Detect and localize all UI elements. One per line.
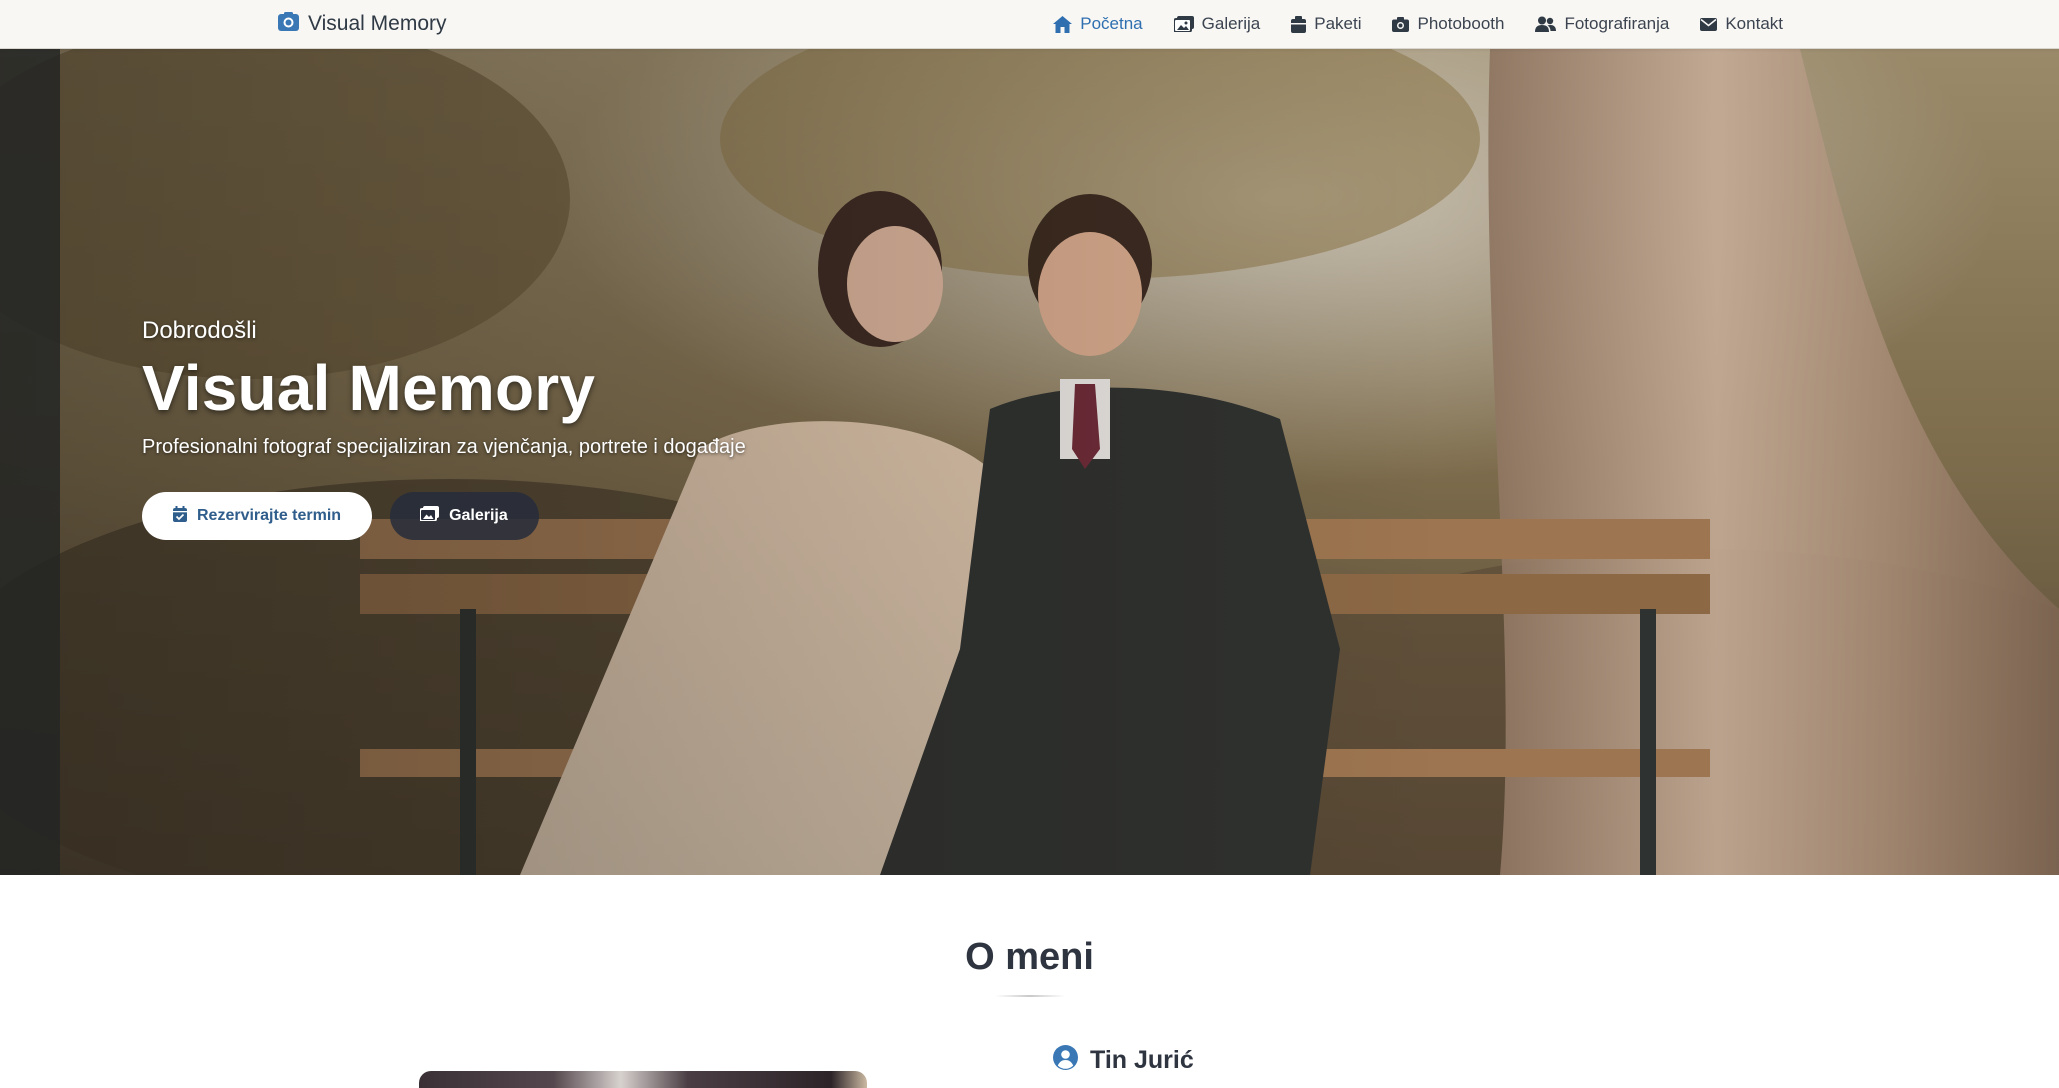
- section-divider: [995, 995, 1065, 997]
- navbar: Visual Memory Početna Galerija Paketi Ph…: [0, 0, 2059, 49]
- hero-section: Dobrodošli Visual Memory Profesionalni f…: [0, 49, 2059, 875]
- envelope-icon: [1700, 17, 1718, 31]
- nav-item-kontakt[interactable]: Kontakt: [1700, 14, 1783, 34]
- nav-item-label: Kontakt: [1725, 14, 1783, 33]
- book-appointment-label: Rezervirajte termin: [197, 507, 342, 525]
- home-icon: [1053, 15, 1073, 33]
- camera-icon: [278, 12, 299, 36]
- hero-content: Dobrodošli Visual Memory Profesionalni f…: [142, 317, 902, 541]
- about-photo: [419, 1071, 867, 1088]
- brand-name: Visual Memory: [308, 12, 447, 35]
- gallery-button[interactable]: Galerija: [390, 492, 539, 541]
- photographer-name: Tin Jurić: [1090, 1045, 1194, 1074]
- nav-item-label: Galerija: [1201, 14, 1261, 33]
- about-section-title: O meni: [965, 936, 1094, 978]
- box-icon: [1291, 15, 1307, 33]
- nav-item-galerija[interactable]: Galerija: [1173, 14, 1261, 34]
- nav-item-paketi[interactable]: Paketi: [1291, 14, 1361, 34]
- nav-item-label: Fotografiranja: [1564, 14, 1670, 33]
- nav-item-label: Paketi: [1314, 14, 1362, 33]
- hero-eyebrow: Dobrodošli: [142, 317, 257, 344]
- calendar-check-icon: [173, 505, 187, 527]
- brand-link[interactable]: Visual Memory: [278, 10, 447, 38]
- nav-item-label: Photobooth: [1417, 14, 1505, 33]
- hero-title: Visual Memory: [142, 352, 596, 424]
- images-icon: [1173, 16, 1194, 32]
- users-icon: [1535, 16, 1557, 32]
- book-appointment-button[interactable]: Rezervirajte termin: [142, 492, 373, 541]
- gallery-button-label: Galerija: [449, 507, 508, 525]
- nav-item-photobooth[interactable]: Photobooth: [1392, 14, 1504, 34]
- main-nav: Početna Galerija Paketi Photobooth Fotog…: [1053, 0, 1783, 48]
- nav-item-pocetna[interactable]: Početna: [1053, 14, 1143, 34]
- user-circle-icon: [1053, 1045, 1078, 1075]
- hero-buttons: Rezervirajte termin Galerija: [142, 492, 902, 541]
- camera-icon: [1392, 16, 1410, 32]
- nav-item-fotografiranja[interactable]: Fotografiranja: [1535, 14, 1669, 34]
- about-name: Tin Jurić: [1053, 1045, 1194, 1075]
- nav-item-label: Početna: [1080, 14, 1143, 33]
- hero-subtitle: Profesionalni fotograf specijaliziran za…: [142, 436, 746, 459]
- images-icon: [419, 506, 440, 526]
